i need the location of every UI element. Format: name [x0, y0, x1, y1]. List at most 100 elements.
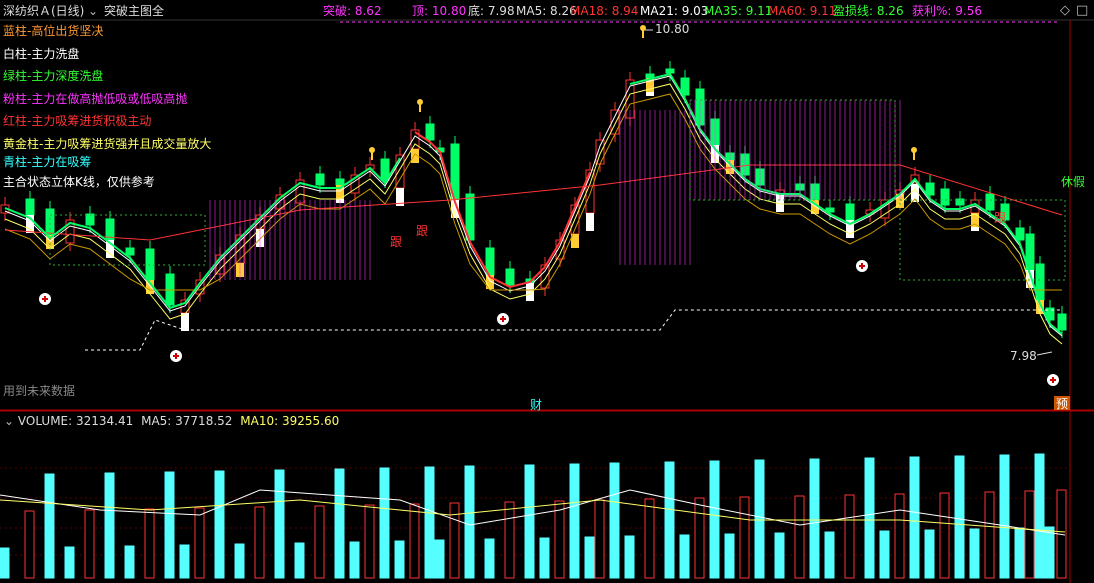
- volume-bar-55: [939, 492, 950, 579]
- follow-mark-2: 跟: [416, 224, 428, 238]
- candle-body-23: [425, 123, 435, 141]
- candle-body-58: [985, 193, 995, 211]
- volume-ma5-label: MA5:: [141, 414, 176, 428]
- volume-bar-17: [334, 468, 345, 579]
- volume-bar-45: [774, 532, 785, 579]
- candle-body-17: [335, 178, 345, 186]
- volume-bar-38: [664, 461, 675, 579]
- candle-body-2: [45, 208, 55, 236]
- volume-bar-12: [234, 543, 245, 579]
- volume-bar-10: [194, 507, 205, 579]
- follow-mark-1: 跟: [390, 235, 402, 249]
- volume-bar-46: [794, 495, 805, 579]
- volume-bar-40: [694, 497, 705, 579]
- volume-bar-60: [1014, 527, 1025, 579]
- candle-body-4: [85, 213, 95, 226]
- volume-bar-19: [364, 504, 375, 579]
- volume-bar-43: [739, 496, 750, 579]
- volume-bar-5: [104, 472, 115, 579]
- volume-bar-30: [539, 537, 550, 579]
- chevron-down-icon[interactable]: ⌄: [4, 414, 14, 428]
- kline-chart[interactable]: 10.807.98跟跟跟休假用到未来数据财预: [0, 0, 1094, 583]
- follow-mark-3: 跟: [994, 211, 1006, 225]
- volume-ma5: 37718.52: [175, 414, 233, 428]
- zone-box-2: [689, 99, 896, 201]
- candle-body-28: [505, 268, 515, 286]
- volume-bar-13: [254, 506, 265, 579]
- volume-bar-7: [144, 508, 155, 579]
- volume-bar-4: [84, 509, 95, 579]
- candle-body-60: [1015, 227, 1025, 241]
- volume-bar-23: [424, 466, 435, 579]
- trend-red-1: [414, 131, 591, 289]
- candle-body-6: [125, 247, 135, 256]
- volume-ma10: 39255.60: [281, 414, 340, 428]
- volume-label: VOLUME:: [17, 414, 76, 428]
- volume-bar-61: [1024, 490, 1035, 579]
- volume-bar-54: [924, 529, 935, 579]
- ma35-line: [4, 83, 1063, 345]
- volume-bar-32: [569, 463, 580, 579]
- volume-bar-34: [594, 499, 605, 579]
- candle-stack-33: [586, 213, 594, 231]
- volume-bar-0: [0, 547, 10, 579]
- volume-bar-48: [824, 531, 835, 579]
- volume-ma10-label: MA10:: [240, 414, 282, 428]
- candle-body-54: [925, 182, 935, 196]
- volume-bar-51: [879, 530, 890, 579]
- volume-bar-44: [754, 459, 765, 579]
- volume-bar-58: [984, 491, 995, 579]
- volume-bar-37: [644, 498, 655, 579]
- volume-bar-28: [504, 501, 515, 579]
- candle-body-49: [845, 203, 855, 221]
- volume-bar-11: [214, 470, 225, 579]
- candle-body-1: [25, 198, 35, 216]
- volume-value: 32134.41: [76, 414, 134, 428]
- future-note: 用到未来数据: [3, 383, 75, 398]
- volume-bar-50: [864, 457, 875, 579]
- volume-bar-1: [24, 510, 35, 579]
- volume-bar-31: [554, 500, 565, 579]
- volume-bar-22: [409, 503, 420, 579]
- forecast-mark: 预: [1056, 397, 1068, 411]
- volume-bar-41: [709, 460, 720, 579]
- holiday-label: 休假: [1061, 175, 1085, 189]
- volume-bar-56: [954, 455, 965, 579]
- volume-bar-53: [909, 456, 920, 579]
- support-line: [85, 309, 1060, 351]
- volume-bar-15: [294, 542, 305, 579]
- finance-mark: 财: [530, 398, 542, 412]
- volume-bar-26: [464, 465, 475, 579]
- volume-bar-8: [164, 471, 175, 579]
- volume-bar-27: [484, 538, 495, 579]
- volume-header: ⌄ VOLUME: 32134.41 MA5: 37718.52 MA10: 3…: [4, 413, 339, 429]
- volume-bar-57: [969, 528, 980, 579]
- candle-body-34: [595, 139, 605, 165]
- bottom-label: 7.98: [1010, 349, 1037, 363]
- volume-bar-24: [434, 539, 445, 579]
- volume-bar-52: [894, 493, 905, 579]
- candle-body-16: [315, 173, 325, 186]
- volume-bar-9: [179, 544, 190, 579]
- volume-bar-6: [124, 545, 135, 579]
- volume-bar-21: [394, 540, 405, 579]
- volume-bar-35: [609, 462, 620, 579]
- volume-bar-14: [274, 469, 285, 579]
- volume-bar-42: [724, 533, 735, 579]
- volume-bar-2: [44, 473, 55, 579]
- candle-body-38: [665, 68, 675, 74]
- volume-bar-36: [624, 535, 635, 579]
- peak-label: 10.80: [655, 22, 689, 36]
- volume-bar-47: [809, 458, 820, 579]
- volume-bar-3: [64, 546, 75, 579]
- volume-bar-20: [379, 467, 390, 579]
- bottom-leader: [1036, 351, 1053, 356]
- volume-bar-62: [1034, 453, 1045, 579]
- volume-bar-33: [584, 536, 595, 579]
- volume-bar-39: [679, 534, 690, 579]
- candle-body-64: [1057, 313, 1067, 331]
- candle-stack-9: [181, 313, 189, 331]
- volume-bar-18: [349, 541, 360, 579]
- candle-body-55: [940, 188, 950, 206]
- volume-bar-29: [524, 464, 535, 579]
